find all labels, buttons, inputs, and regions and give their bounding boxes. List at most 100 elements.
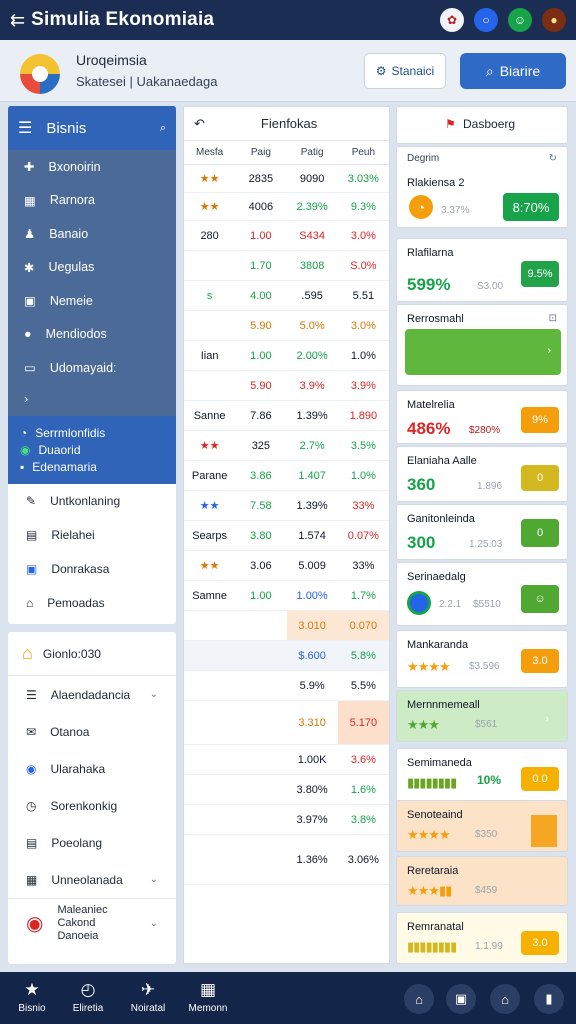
table-cell: 1.39%	[296, 499, 328, 512]
table-row[interactable]: ★★ 3.06 5.009 33%	[184, 551, 389, 581]
table-cell: 1.36%	[296, 853, 328, 866]
secondary-top[interactable]: ⌂ Gionlo:030	[8, 632, 176, 676]
col-header[interactable]: Peuh	[338, 141, 389, 164]
table-cell: 1.00	[250, 349, 272, 362]
table-cell: 3.9%	[299, 379, 325, 392]
building-icon: ▦	[24, 193, 36, 208]
card[interactable]: Ganitonleinda 300 1.25.03 0	[396, 504, 568, 560]
card[interactable]: Reretaraia ★★★▮▮ $459	[396, 856, 568, 906]
table-row[interactable]: Parane 3.86 1.407 1.0%	[184, 461, 389, 491]
table-row[interactable]: 1.36% 3.06%	[184, 835, 389, 885]
back-arrow-icon[interactable]: ⇇	[10, 10, 25, 31]
sidebar-selected-group[interactable]: ◔ Serrmlonfidis ◉ Duaorid ▪ Edenamaria	[8, 416, 176, 484]
table-row[interactable]: $.600 5.8%	[184, 641, 389, 671]
nav-item[interactable]: ✈ Noiratal	[118, 980, 178, 1014]
search-button[interactable]: ⌕ Biarire	[460, 53, 566, 89]
table-row[interactable]: ★★ 7.58 1.39% 33%	[184, 491, 389, 521]
table-row[interactable]: 3.310 5.170	[184, 701, 389, 745]
sidebar-item[interactable]: ♟ Banaio	[8, 217, 176, 251]
col-header[interactable]: Patig	[287, 141, 338, 164]
col-header[interactable]: Paig	[235, 141, 286, 164]
card[interactable]: Elaniaha Aalle 360 1.896 0	[396, 446, 568, 502]
sidebar-item[interactable]: ▭ Udomayaid:	[8, 351, 176, 385]
table-row[interactable]: ★★ 4006 2.39% 9.3%	[184, 193, 389, 221]
card[interactable]: Rerrosmahl ⊡ ›	[396, 304, 568, 386]
building-icon[interactable]: ⌂	[404, 984, 434, 1014]
table-cell: 4006	[248, 200, 274, 213]
settings-icon: ✱	[24, 260, 35, 275]
white-button[interactable]: ⚙ Stanaici	[364, 53, 446, 89]
sidebar-item[interactable]: ▣ Nemeie	[8, 284, 176, 318]
secondary-item[interactable]: ✉ Otanoa	[8, 713, 176, 750]
table-row[interactable]: Searps 3.80 1.574 0.07%	[184, 521, 389, 551]
table-row[interactable]: 5.90 5.0% 3.0%	[184, 311, 389, 341]
image-icon[interactable]: ▣	[446, 984, 476, 1014]
secondary-item[interactable]: ◉ Ularahaka	[8, 750, 176, 787]
table-row[interactable]: Iian 1.00 2.00% 1.0%	[184, 341, 389, 371]
table-row[interactable]: 1.70 3808 S.0%	[184, 251, 389, 281]
card[interactable]: Mernnmemeall ★★★ $561 ›	[396, 690, 568, 742]
sidebar-item[interactable]: ▦ Rarnora	[8, 184, 176, 218]
table-cell: Samne	[192, 589, 228, 602]
table-row[interactable]: 1.00K 3.6%	[184, 745, 389, 775]
card[interactable]: Remranatal ▮▮▮▮▮▮▮▮ 1.1.99 3.0	[396, 912, 568, 964]
table-row[interactable]: 5.9% 5.5%	[184, 671, 389, 701]
sidebar-item[interactable]: ⌂ Pemoadas	[8, 586, 176, 620]
col-header[interactable]: Mesfa	[184, 141, 235, 164]
secondary-item[interactable]: ▦ Unneolanada ⌄	[8, 861, 176, 898]
secondary-item[interactable]: ◷ Sorenkonkig	[8, 787, 176, 824]
chat-icon[interactable]: ☺	[508, 8, 532, 32]
table-row[interactable]: 3.80% 1.6%	[184, 775, 389, 805]
sidebar-item[interactable]: ✚ Bxonoirin	[8, 150, 176, 184]
book-icon[interactable]: ▮	[534, 984, 564, 1014]
bookmark-icon: ⌂	[26, 596, 34, 610]
secondary-item[interactable]: ☰ Alaendadancia ⌄	[8, 676, 176, 713]
finance-table: ↶ Fienfokas Mesfa Paig Patig Peuh ★★ 2835 9…	[183, 106, 390, 964]
table-cell	[184, 775, 235, 804]
circle-icon: ●	[24, 327, 32, 342]
table-cell: 9090	[299, 172, 325, 185]
sidebar-item[interactable]: ▤ Rielahei	[8, 518, 176, 552]
secondary-bottom[interactable]: ◉ Maleaniec Cakond Danoeia ⌄	[8, 898, 176, 948]
sidebar-item[interactable]: ✱ Uegulas	[8, 251, 176, 285]
table-cell: 3.6%	[350, 753, 376, 766]
rating-stars: ★★★	[407, 717, 440, 732]
avatar[interactable]: ●	[542, 8, 566, 32]
sidebar-item[interactable]: ✎ Untkonlaning	[8, 484, 176, 518]
table-row[interactable]: 3.97% 3.8%	[184, 805, 389, 835]
table-row[interactable]: 5.90 3.9% 3.9%	[184, 371, 389, 401]
grid-icon: ▦	[26, 872, 38, 887]
blue-icon[interactable]: ○	[474, 8, 498, 32]
table-cell: 5.90	[250, 379, 272, 392]
table-row[interactable]: s 4.00 .595 5.51	[184, 281, 389, 311]
card[interactable]: Semimaneda ▮▮▮▮▮▮▮▮ 10% 0.0	[396, 748, 568, 804]
home-icon[interactable]: ⌂	[490, 984, 520, 1014]
card[interactable]: Degrim ↻ Rlakiensa 2 ◔ 3.37% 8:70%	[396, 146, 568, 228]
table-row[interactable]: 3.010 0.070	[184, 611, 389, 641]
table-cell: S434	[299, 229, 325, 242]
secondary-item[interactable]: ▤ Poeolang	[8, 824, 176, 861]
nav-item[interactable]: ▦ Memonn	[178, 980, 238, 1014]
sidebar-item[interactable]: ● Mendiodos	[8, 318, 176, 352]
nav-item[interactable]: ★ Bisnio	[2, 980, 62, 1014]
card[interactable]: Mankaranda ★★★★ $3.596 3.0	[396, 630, 568, 688]
back-icon[interactable]: ↶	[194, 116, 205, 132]
table-cell: 5.9%	[299, 679, 325, 692]
sidebar-item[interactable]: ▣ Donrakasa	[8, 552, 176, 586]
table-row[interactable]: ★★ 2835 9090 3.03%	[184, 165, 389, 193]
expand-chevron[interactable]: ›	[8, 385, 176, 413]
sidebar-header[interactable]: ☰ Bisnis ⌕	[8, 106, 176, 150]
page-header: Uroqeimsia Skatesei | Uakanaedaga ⚙ Stana…	[0, 40, 576, 102]
table-row[interactable]: 280 1.00 S434 3.0%	[184, 221, 389, 251]
card[interactable]: Serinaedalg 2.2.1 $5510 ☺	[396, 562, 568, 626]
table-row[interactable]: Sanne 7.86 1.39% 1.890	[184, 401, 389, 431]
table-row[interactable]: ★★ 325 2.7% 3.5%	[184, 431, 389, 461]
table-cell	[184, 371, 235, 400]
table-row[interactable]: Samne 1.00 1.00% 1.7%	[184, 581, 389, 611]
notification-icon[interactable]: ✿	[440, 8, 464, 32]
card[interactable]: Rlafilarna 599% S3.00 9.5%	[396, 238, 568, 302]
nav-item[interactable]: ◴ Eliretia	[58, 980, 118, 1014]
table-cell	[235, 775, 286, 804]
card[interactable]: Senoteaind ★★★★ $350	[396, 800, 568, 852]
card[interactable]: Matelrelia 486% $280% 9%	[396, 390, 568, 444]
